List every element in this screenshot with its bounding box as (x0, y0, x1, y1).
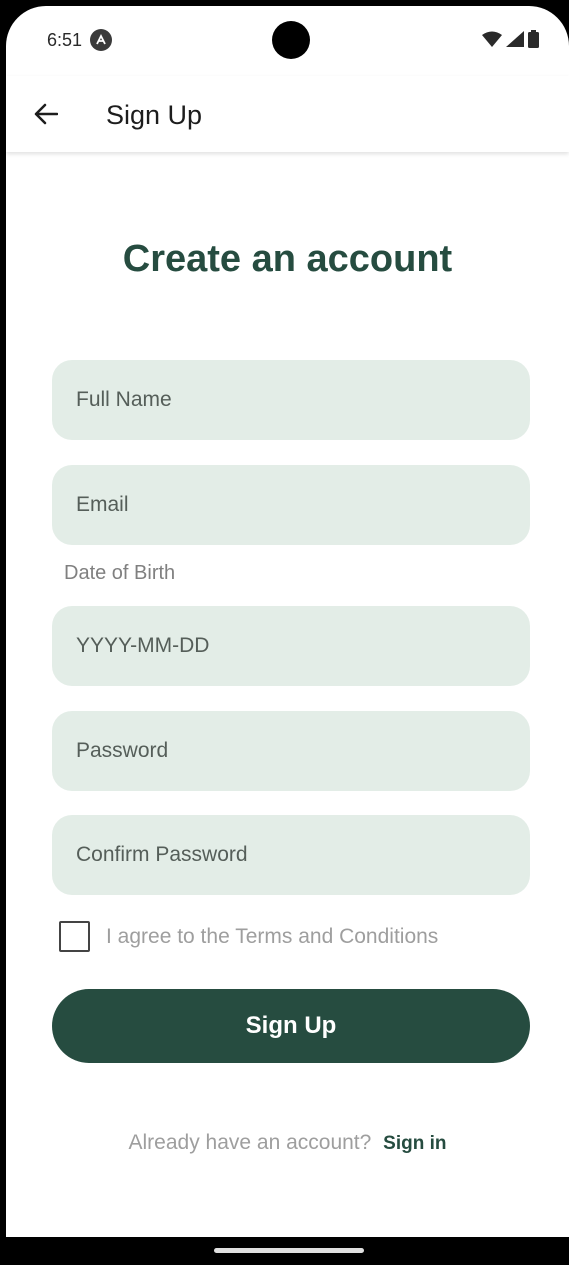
battery-icon (528, 30, 539, 48)
system-icons (482, 30, 539, 48)
status-bar: 6:51 (6, 6, 569, 76)
form-headline: Create an account (122, 238, 453, 280)
signal-icon (506, 31, 524, 47)
password-input[interactable] (52, 711, 530, 791)
sign-in-prompt-text: Already have an account? (128, 1131, 372, 1154)
sign-up-screen: 6:51 Sign Up Create an account Full Name… (6, 6, 569, 1237)
front-camera (272, 21, 310, 59)
full-name-input[interactable] (52, 360, 530, 440)
terms-label: I agree to the Terms and Conditions (106, 925, 439, 948)
wifi-icon (482, 31, 502, 47)
back-button[interactable] (26, 96, 66, 132)
date-of-birth-input[interactable] (52, 606, 530, 686)
android-app-icon (90, 29, 112, 51)
date-of-birth-label: Date of Birth (64, 562, 176, 584)
arrow-left-icon (34, 103, 58, 125)
sign-up-button[interactable]: Sign Up (52, 989, 530, 1063)
sign-in-prompt: Already have an account? Sign in (6, 1131, 569, 1155)
home-indicator[interactable] (214, 1248, 364, 1253)
page-title: Sign Up (106, 100, 203, 130)
confirm-password-input[interactable] (52, 815, 530, 895)
terms-checkbox[interactable] (59, 921, 90, 952)
status-time: 6:51 (47, 30, 83, 50)
email-input[interactable] (52, 465, 530, 545)
sign-in-link[interactable]: Sign in (383, 1133, 446, 1154)
app-bar: Sign Up (6, 76, 569, 152)
